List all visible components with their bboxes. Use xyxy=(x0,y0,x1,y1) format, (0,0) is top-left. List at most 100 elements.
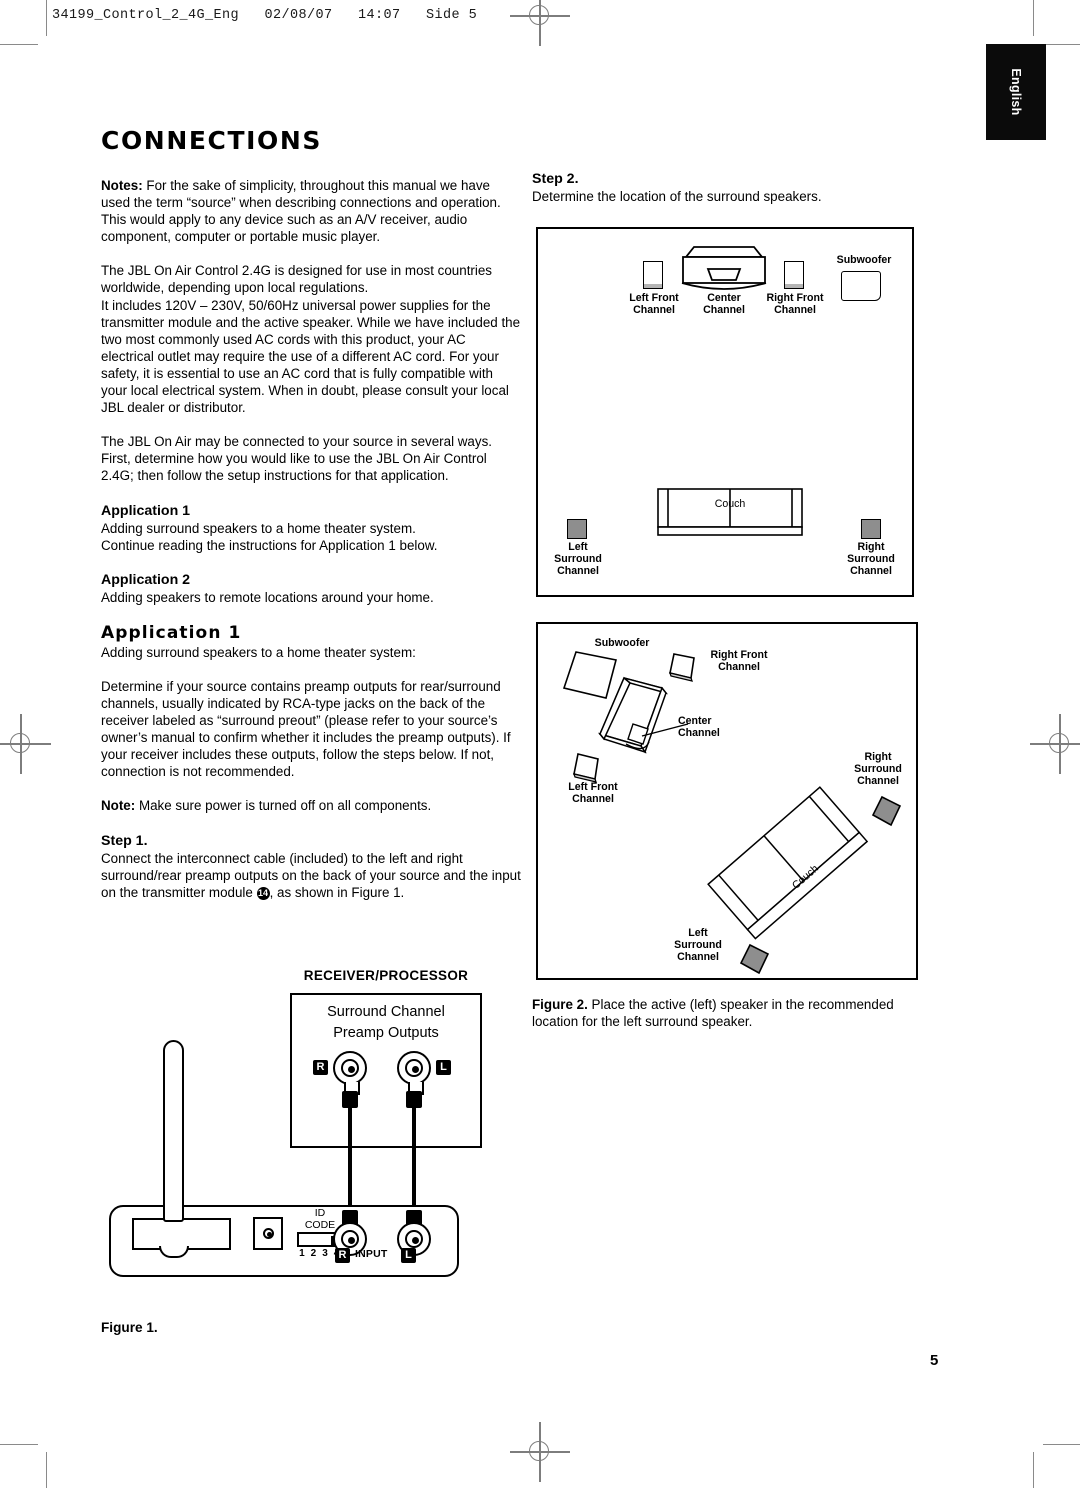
dc-power-jack-icon xyxy=(253,1217,283,1250)
center-channel-line-2: Channel xyxy=(703,303,745,316)
ways-paragraph: The JBL On Air may be connected to your … xyxy=(101,434,492,484)
countries-paragraph: The JBL On Air Control 2.4G is designed … xyxy=(101,263,492,296)
trim-line-left xyxy=(46,0,48,36)
transmitter-input-label-r: R xyxy=(335,1248,350,1263)
application-1-subtitle: Adding surround speakers to a home theat… xyxy=(101,644,416,660)
application-1-section-title: Application 1 xyxy=(101,622,242,643)
center-channel-tv-icon xyxy=(681,246,767,290)
right-surround-line-2: Surround xyxy=(847,552,895,565)
trim-line-bottom-left xyxy=(46,1452,48,1488)
left-column: CONNECTIONS Notes: For the sake of simpl… xyxy=(101,128,521,901)
room-layout-diagram-top-view: Left Front Channel Center Channel Right … xyxy=(536,227,914,597)
prepress-slug: 34199_Control_2_4G_Eng 02/08/07 14:07 Si… xyxy=(52,8,478,23)
application-1-line-1: Adding surround speakers to a home theat… xyxy=(101,520,416,536)
application-1-heading: Application 1 xyxy=(101,502,191,519)
registration-mark-top-center xyxy=(510,0,570,46)
right-front-channel-line-2: Channel xyxy=(774,303,816,316)
power-paragraph: It includes 120V – 230V, 50/60Hz univers… xyxy=(101,297,521,416)
step-1-label: Step 1. xyxy=(101,832,148,849)
right-front-channel-label: Right Front Channel xyxy=(754,292,836,317)
figure-1-caption: Figure 1. xyxy=(101,1320,158,1335)
left-front-speaker-icon xyxy=(643,261,663,289)
page-number: 5 xyxy=(930,1352,939,1369)
right-surround-line-2-2: Surround xyxy=(854,762,902,775)
left-surround-line-2-2: Surround xyxy=(674,938,722,951)
right-front-line-2-2: Channel xyxy=(718,660,760,673)
center-channel-label-2: Center Channel xyxy=(678,715,758,740)
right-column: Step 2. Determine the location of the su… xyxy=(532,170,932,205)
figure-2-caption: Figure 2. Place the active (left) speake… xyxy=(532,996,932,1030)
left-surround-speaker-icon xyxy=(567,519,587,539)
id-code-line-1: ID xyxy=(314,1207,326,1219)
receiver-processor-title: RECEIVER/PROCESSOR xyxy=(303,968,469,983)
left-surround-speaker-icon-2 xyxy=(739,943,770,975)
page-title: CONNECTIONS xyxy=(101,126,323,155)
left-front-channel-line-2: Channel xyxy=(633,303,675,316)
receiver-jack-label-l: L xyxy=(436,1060,451,1075)
determine-paragraph: Determine if your source contains preamp… xyxy=(101,678,511,780)
subwoofer-label-2: Subwoofer xyxy=(594,637,650,649)
crop-mark-top-right xyxy=(1043,44,1080,46)
language-tab-label: English xyxy=(1009,68,1023,116)
preamp-outputs-line-1: Surround Channel xyxy=(327,1004,445,1020)
receiver-rca-jack-left xyxy=(397,1051,431,1085)
right-surround-speaker-icon xyxy=(861,519,881,539)
step-1-paragraph: Connect the interconnect cable (included… xyxy=(101,850,521,901)
registration-mark-bottom-center xyxy=(510,1422,570,1482)
right-front-speaker-icon xyxy=(784,261,804,289)
figure-2-caption-label: Figure 2. xyxy=(532,997,588,1012)
registration-mark-left xyxy=(0,714,51,774)
subwoofer-label: Subwoofer xyxy=(836,254,892,266)
step-2-text: Determine the location of the surround s… xyxy=(532,189,822,204)
trim-line-right xyxy=(1033,0,1035,36)
step-1-text-b: , as shown in Figure 1. xyxy=(269,884,405,900)
transmitter-input-label-l: L xyxy=(401,1248,416,1263)
application-1-line-2: Continue reading the instructions for Ap… xyxy=(101,537,438,553)
antenna-icon xyxy=(163,1040,184,1222)
right-surround-line-3: Channel xyxy=(850,564,892,577)
preamp-outputs-label: Surround Channel Preamp Outputs xyxy=(290,1002,482,1044)
crop-mark-bottom-right xyxy=(1043,1444,1080,1446)
notes-paragraph: Notes: For the sake of simplicity, throu… xyxy=(101,177,521,245)
transmitter-input-text: INPUT xyxy=(355,1248,388,1260)
right-front-channel-label-2: Right Front Channel xyxy=(698,649,780,674)
couch-label: Couch xyxy=(714,498,746,510)
notes-label: Notes: xyxy=(101,178,143,193)
center-channel-line-2-2: Channel xyxy=(678,726,720,739)
crop-mark-bottom-left xyxy=(0,1444,38,1446)
left-front-line-2-2: Channel xyxy=(572,792,614,805)
preamp-outputs-line-2: Preamp Outputs xyxy=(333,1025,439,1041)
left-surround-line-3: Channel xyxy=(557,564,599,577)
callout-14-icon: 14 xyxy=(256,886,270,900)
left-surround-line-3-2: Channel xyxy=(677,950,719,963)
note-paragraph: Note: Make sure power is turned off on a… xyxy=(101,797,521,814)
interconnect-wire-left xyxy=(412,1106,416,1212)
left-surround-line-2: Surround xyxy=(554,552,602,565)
registration-mark-right xyxy=(1030,714,1080,774)
figure-1-diagram: RECEIVER/PROCESSOR Surround Channel Prea… xyxy=(101,960,521,1320)
couch-icon xyxy=(657,488,803,536)
subwoofer-icon xyxy=(841,271,881,301)
trim-line-bottom-right xyxy=(1033,1452,1035,1488)
application-2-heading: Application 2 xyxy=(101,571,191,588)
crop-mark-top-left xyxy=(0,44,38,46)
receiver-jack-label-r: R xyxy=(313,1060,328,1075)
note-label: Note: xyxy=(101,798,136,814)
center-channel-label: Center Channel xyxy=(684,292,764,317)
step-2-label: Step 2. xyxy=(532,171,579,187)
right-surround-line-3-2: Channel xyxy=(857,774,899,787)
right-surround-channel-label: Right Surround Channel xyxy=(831,541,911,577)
receiver-rca-jack-right xyxy=(333,1051,367,1085)
language-tab-english: English xyxy=(986,44,1046,140)
room-layout-diagram-perspective: Subwoofer Right Front Channel Center Cha… xyxy=(536,622,918,980)
note-text: Make sure power is turned off on all com… xyxy=(135,798,432,814)
application-2-line-1: Adding speakers to remote locations arou… xyxy=(101,589,434,605)
interconnect-wire-right xyxy=(348,1106,352,1212)
left-front-channel-label: Left Front Channel xyxy=(613,292,695,317)
right-surround-channel-label-2: Right Surround Channel xyxy=(838,751,918,787)
figure-2-caption-paragraph: Figure 2. Place the active (left) speake… xyxy=(532,996,932,1030)
left-front-channel-label-2: Left Front Channel xyxy=(552,781,634,806)
left-surround-channel-label-2: Left Surround Channel xyxy=(658,927,738,963)
left-surround-channel-label: Left Surround Channel xyxy=(538,541,618,577)
notes-text: For the sake of simplicity, throughout t… xyxy=(101,178,501,245)
